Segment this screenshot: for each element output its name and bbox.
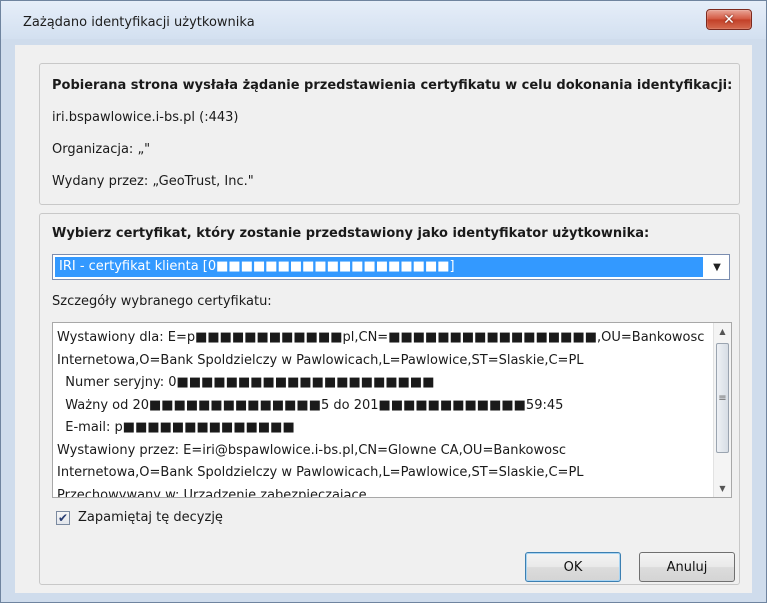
selected-certificate: IRI - certyfikat klienta [0■■■■■■■■■■■■■…: [55, 257, 703, 277]
details-line: Internetowa,O=Bank Spoldzielczy w Pawlow…: [57, 465, 584, 480]
request-info-group: Pobierana strona wysłała żądanie przedst…: [39, 63, 740, 205]
close-icon: ✕: [723, 11, 735, 28]
remember-decision-label[interactable]: Zapamiętaj tę decyzję: [78, 510, 223, 525]
certificate-details-text: Wystawiony dla: E=p■■■■■■■■■■■■pl,CN=■■■…: [57, 327, 707, 498]
details-line: Numer seryjny: 0■■■■■■■■■■■■■■■■■■■■■: [57, 375, 435, 390]
details-line: Wystawiony dla: E=p■■■■■■■■■■■■pl,CN=■■■…: [57, 330, 705, 345]
request-issued-by: Wydany przez: „GeoTrust, Inc.": [52, 174, 254, 189]
details-line: Ważny od 20■■■■■■■■■■■■■■5 do 201■■■■■■■…: [57, 397, 564, 413]
ok-button[interactable]: OK: [525, 552, 621, 582]
scroll-down-icon[interactable]: ▼: [714, 480, 731, 497]
certificate-details-textbox[interactable]: Wystawiony dla: E=p■■■■■■■■■■■■pl,CN=■■■…: [52, 322, 732, 498]
cancel-button[interactable]: Anuluj: [639, 552, 735, 582]
selection-heading: Wybierz certyfikat, który zostanie przed…: [52, 226, 650, 241]
request-heading: Pobierana strona wysłała żądanie przedst…: [52, 78, 733, 93]
certificate-dropdown[interactable]: IRI - certyfikat klienta [0■■■■■■■■■■■■■…: [52, 254, 730, 280]
details-line: Internetowa,O=Bank Spoldzielczy w Pawlow…: [57, 352, 584, 368]
request-organization: Organizacja: „": [52, 142, 151, 157]
dialog-title: Zażądano identyfikacji użytkownika: [23, 15, 255, 30]
dialog-body: Pobierana strona wysłała żądanie przedst…: [15, 45, 752, 593]
remember-decision-checkbox[interactable]: ✔: [56, 511, 70, 525]
checkmark-icon: ✔: [57, 511, 69, 525]
title-bar[interactable]: Zażądano identyfikacji użytkownika ✕: [1, 1, 766, 39]
close-button[interactable]: ✕: [706, 9, 752, 30]
details-line: Wystawiony przez: E=iri@bspawlowice.i-bs…: [57, 442, 566, 458]
chevron-down-icon[interactable]: ▼: [705, 255, 729, 279]
details-scrollbar[interactable]: ▲ ≡ ▼: [713, 323, 731, 497]
certificate-selection-group: Wybierz certyfikat, który zostanie przed…: [39, 213, 740, 585]
scroll-thumb[interactable]: ≡: [716, 343, 729, 453]
details-label: Szczegóły wybranego certyfikatu:: [52, 294, 272, 309]
details-line: E-mail: p■■■■■■■■■■■■■■: [57, 420, 295, 435]
request-host: iri.bspawlowice.i-bs.pl (:443): [52, 110, 239, 125]
details-line: Przechowywany w: Urządzenie zabezpieczaj…: [57, 487, 367, 498]
scroll-up-icon[interactable]: ▲: [714, 323, 731, 340]
certificate-dialog: Zażądano identyfikacji użytkownika ✕ Pob…: [0, 0, 767, 603]
